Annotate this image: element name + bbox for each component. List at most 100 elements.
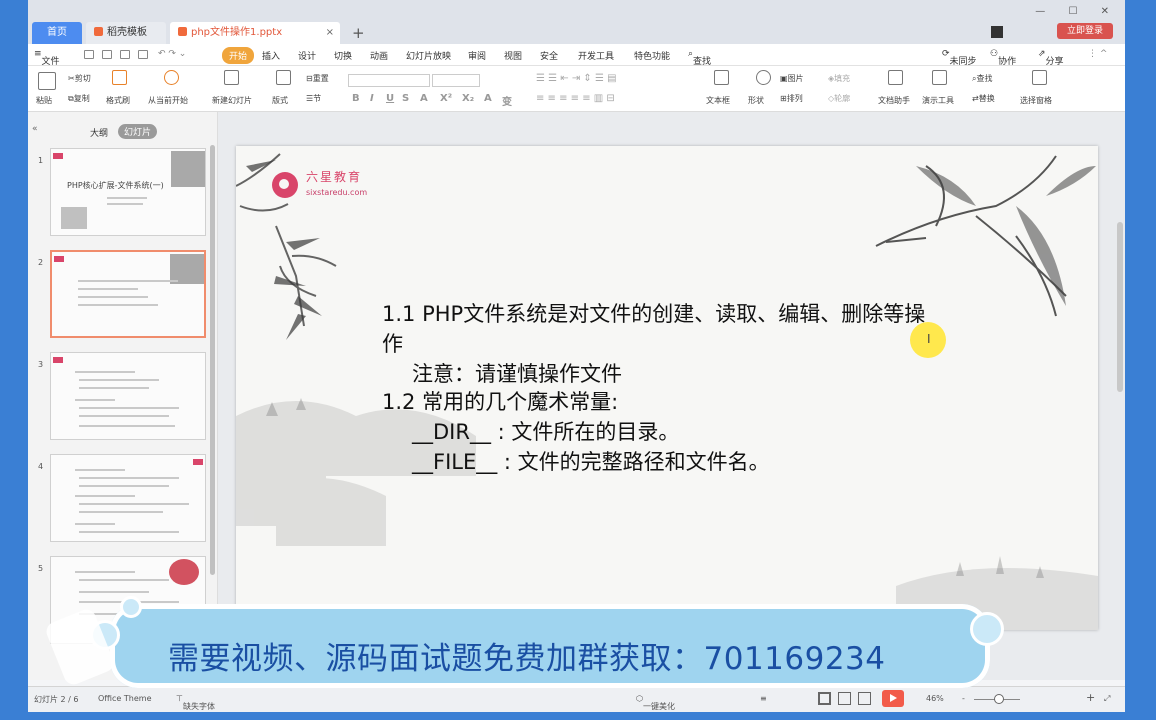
text-effect-button[interactable]: 变 — [502, 93, 512, 108]
collab-button[interactable]: ⚇ 协作 — [990, 49, 1016, 67]
print-icon[interactable] — [102, 50, 112, 59]
slide-thumb-3[interactable] — [50, 352, 206, 440]
textbox-icon[interactable] — [714, 70, 729, 85]
sync-status[interactable]: ⟳ 未同步 — [942, 49, 977, 67]
login-button[interactable]: 立即登录 — [1057, 23, 1113, 39]
preview-icon[interactable] — [120, 50, 130, 59]
tab-template[interactable]: 稻壳模板 — [86, 22, 166, 44]
zoom-out-button[interactable]: - — [962, 694, 965, 703]
find-label: 查找 — [976, 74, 993, 83]
new-tab-button[interactable]: + — [352, 22, 365, 44]
font-family-select[interactable] — [348, 74, 430, 87]
thumb-line — [75, 371, 135, 373]
zoom-level[interactable]: 46% — [926, 694, 944, 703]
menu-design[interactable]: 设计 — [298, 49, 316, 62]
underline-button[interactable]: U — [386, 93, 394, 104]
menu-animation[interactable]: 动画 — [370, 49, 388, 62]
fill-button[interactable]: ◈填充 — [828, 73, 850, 84]
menu-view[interactable]: 视图 — [504, 49, 522, 62]
font-color-button[interactable]: A — [420, 93, 428, 104]
undo-icon[interactable]: ↶ ↷ ⌄ — [158, 49, 186, 59]
share-button[interactable]: ⇗ 分享 — [1038, 49, 1064, 67]
presenter-icon[interactable] — [932, 70, 947, 85]
slide-thumb-4[interactable] — [50, 454, 206, 542]
slide-text-dir: __DIR__ : 文件所在的目录。 — [412, 420, 680, 444]
menu-developer[interactable]: 开发工具 — [578, 49, 614, 62]
slide-thumb-2[interactable] — [50, 250, 206, 338]
picture-button[interactable]: ▣图片 — [780, 73, 804, 84]
sorter-view-icon[interactable] — [838, 692, 851, 705]
font-size-select[interactable] — [432, 74, 480, 87]
slides-tab[interactable]: 幻灯片 — [118, 124, 158, 139]
layout-icon[interactable] — [991, 26, 1003, 38]
new-slide-label: 新建幻灯片 — [212, 96, 252, 105]
thumb-number: 5 — [38, 564, 44, 573]
tab-document[interactable]: php文件操作1.pptx × — [170, 22, 340, 44]
ppt-file-icon — [178, 27, 187, 36]
menu-file[interactable]: ≡ 文件 — [34, 49, 60, 67]
replace-label: 替换 — [978, 94, 995, 103]
menu-review[interactable]: 审阅 — [468, 49, 486, 62]
current-slide[interactable]: 六星教育 sixstaredu.com 1.1 PHP文件系统是对文件的创建、读… — [236, 146, 1098, 630]
beautify-button[interactable]: ⬡ 一键美化 — [636, 694, 675, 711]
superscript-button[interactable]: X² — [440, 93, 452, 104]
zoom-slider-knob[interactable] — [994, 694, 1004, 704]
list-buttons[interactable]: ☰ ☰ ⇤ ⇥ ⇕ ☰ ▤ — [536, 73, 617, 84]
strikethrough-button[interactable]: S — [402, 93, 409, 104]
export-icon[interactable] — [138, 50, 148, 59]
clear-format-button[interactable]: A — [484, 93, 492, 104]
shape-icon[interactable] — [756, 70, 771, 85]
window-controls[interactable]: — ☐ ✕ — [1035, 6, 1119, 17]
bold-button[interactable]: B — [352, 93, 360, 104]
missing-font-button[interactable]: ⊤ 缺失字体 — [176, 694, 215, 711]
find-button[interactable]: ⌕查找 — [972, 73, 992, 84]
new-slide-icon[interactable] — [224, 70, 239, 85]
thumb-scrollbar[interactable] — [210, 145, 215, 575]
save-icon[interactable] — [84, 50, 94, 59]
menu-transition[interactable]: 切换 — [334, 49, 352, 62]
doc-assist-icon[interactable] — [888, 70, 903, 85]
more-icon[interactable]: ⋮ ^ — [1088, 49, 1107, 59]
menu-insert[interactable]: 插入 — [262, 49, 280, 62]
play-from-current-icon[interactable] — [164, 70, 179, 85]
select-pane-icon[interactable] — [1032, 70, 1047, 85]
reading-view-icon[interactable] — [858, 692, 871, 705]
cut-button[interactable]: ✂剪切 — [68, 73, 91, 84]
collapse-panel-button[interactable]: « — [32, 124, 38, 134]
play-slideshow-button[interactable] — [882, 690, 904, 707]
tab-template-label: 稻壳模板 — [107, 27, 147, 38]
menu-start[interactable]: 开始 — [222, 47, 255, 64]
thumb-line — [78, 288, 138, 290]
outline-button[interactable]: ◇轮廓 — [828, 93, 850, 104]
tab-home[interactable]: 首页 — [32, 22, 82, 44]
subscript-button[interactable]: X₂ — [462, 93, 474, 104]
zoom-in-button[interactable]: + — [1086, 691, 1095, 704]
layout-icon-ribbon[interactable] — [276, 70, 291, 85]
menu-slideshow[interactable]: 幻灯片放映 — [406, 49, 451, 62]
section-button[interactable]: ☰节 — [306, 93, 321, 104]
outline-tab[interactable]: 大纲 — [90, 126, 108, 139]
copy-button[interactable]: ⧉复制 — [68, 93, 90, 104]
paste-icon[interactable] — [38, 72, 56, 90]
replace-button[interactable]: ⇄替换 — [972, 93, 995, 104]
slide-thumb-1[interactable]: PHP核心扩展-文件系统(一) — [50, 148, 206, 236]
fit-window-icon[interactable]: ⤢ — [1104, 694, 1110, 704]
italic-button[interactable]: I — [370, 93, 374, 104]
reset-button[interactable]: ⊟重置 — [306, 73, 329, 84]
notes-icon[interactable]: ≡ — [760, 694, 767, 703]
menu-features[interactable]: 特色功能 — [634, 49, 670, 62]
slide-scrollbar[interactable] — [1117, 222, 1123, 392]
tab-close-icon[interactable]: × — [326, 22, 334, 44]
arrange-button[interactable]: ⊞排列 — [780, 93, 803, 104]
menu-security[interactable]: 安全 — [540, 49, 558, 62]
textbox-label: 文本框 — [706, 96, 730, 105]
format-painter-icon[interactable] — [112, 70, 127, 85]
menu-find[interactable]: ⌕ 查找 — [688, 49, 711, 67]
slide-count: 幻灯片 2 / 6 — [34, 695, 79, 704]
copy-label: 复制 — [73, 94, 90, 103]
format-painter-label: 格式刷 — [106, 96, 130, 105]
outline-label: 轮廓 — [834, 94, 851, 103]
normal-view-icon[interactable] — [818, 692, 831, 705]
thumb-line — [78, 304, 158, 306]
align-buttons[interactable]: ≡ ≡ ≡ ≡ ≡ ▥ ⊟ — [536, 93, 615, 104]
